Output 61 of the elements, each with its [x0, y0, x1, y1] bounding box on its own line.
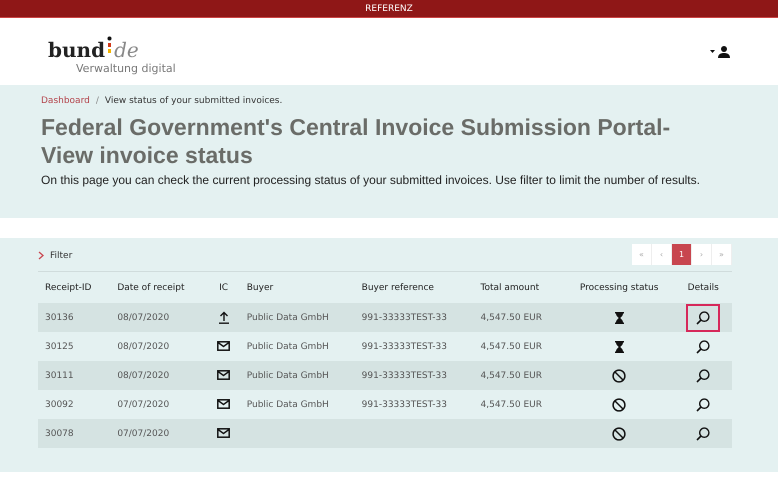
upload-icon [218, 311, 229, 324]
table-cell: Public Data GmbH [240, 303, 355, 332]
search-icon [696, 398, 710, 412]
search-icon [696, 310, 710, 324]
table-cell: 08/07/2020 [110, 303, 208, 332]
prohibited-icon [612, 426, 626, 440]
table-cell: 991-33333TEST-33 [354, 303, 474, 332]
table-cell: 30111 [38, 361, 110, 390]
table-cell: Public Data GmbH [240, 390, 355, 419]
table-cell: 991-33333TEST-33 [354, 390, 474, 419]
hourglass-icon [614, 340, 624, 352]
table-cell: 991-33333TEST-33 [354, 332, 474, 361]
search-icon [696, 426, 710, 440]
search-icon [696, 368, 710, 382]
column-header: Details [674, 272, 732, 303]
table-cell: 08/07/2020 [110, 361, 208, 390]
column-header: Receipt-ID [38, 272, 110, 303]
envelope-icon [217, 341, 230, 352]
breadcrumb-separator: / [96, 96, 99, 106]
table-cell: 30125 [38, 332, 110, 361]
search-icon [696, 340, 710, 354]
prohibited-icon [612, 398, 626, 412]
column-header: Date of receipt [110, 272, 208, 303]
column-header: IC [207, 272, 240, 303]
table-cell: 4,547.50 EUR [474, 361, 564, 390]
pagination-button[interactable]: 1 [672, 244, 692, 265]
table-cell: 30078 [38, 419, 110, 448]
table-cell: 30136 [38, 303, 110, 332]
table-cell: 30092 [38, 390, 110, 419]
table-cell: Public Data GmbH [240, 361, 355, 390]
breadcrumb-link[interactable]: Dashboard [41, 96, 90, 106]
column-header: Processing status [564, 272, 675, 303]
page-title: Federal Government's Central Invoice Submission Portal- View invoice status [41, 113, 672, 169]
table-cell: 4,547.50 EUR [474, 390, 564, 419]
table-cell: 07/07/2020 [110, 390, 208, 419]
pagination-button[interactable]: « [632, 244, 652, 265]
details-button[interactable] [686, 304, 720, 332]
logo-tagline: Verwaltung digital [76, 62, 176, 75]
column-header: Buyer [240, 272, 355, 303]
envelope-icon [217, 370, 230, 380]
hourglass-icon [614, 312, 624, 324]
prohibited-icon [612, 368, 626, 382]
envelope-icon [217, 428, 230, 438]
filter-toggle[interactable]: Filter [38, 250, 72, 260]
flag-dots-icon [107, 36, 112, 54]
column-header: Total amount [474, 272, 564, 303]
environment-banner: REFERENZ [0, 0, 778, 18]
table-cell: 08/07/2020 [110, 332, 208, 361]
table-cell: 4,547.50 EUR [474, 332, 564, 361]
column-header: Buyer reference [354, 272, 474, 303]
envelope-icon [217, 399, 230, 410]
user-menu-button[interactable] [710, 46, 730, 58]
table-cell: 07/07/2020 [110, 419, 208, 448]
table-cell: 991-33333TEST-33 [354, 361, 474, 390]
table-cell: Public Data GmbH [240, 332, 355, 361]
intro-text: On this page you can check the current processing status of your submitted invoices. Use filter to limit the number of results. [41, 173, 701, 187]
logo-suffix: de [114, 40, 139, 60]
logo-word: bund [48, 40, 106, 60]
breadcrumb-current: View status of your submitted invoices. [104, 96, 282, 106]
chevron-icon [38, 251, 45, 260]
table-cell: 4,547.50 EUR [474, 303, 564, 332]
